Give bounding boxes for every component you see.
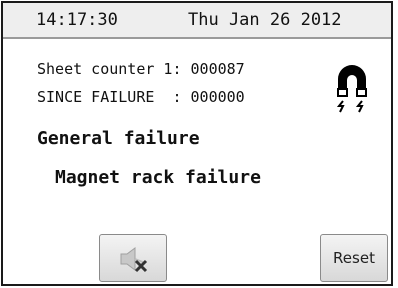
since-failure-counter: SINCE FAILURE : 000000 (37, 88, 245, 106)
status-header: 14:17:30 Thu Jan 26 2012 (3, 3, 391, 39)
clock-time: 14:17:30 (36, 10, 118, 30)
reset-button[interactable]: Reset (320, 234, 388, 282)
clock-date: Thu Jan 26 2012 (188, 10, 342, 30)
hmi-screen: 14:17:30 Thu Jan 26 2012 Sheet counter 1… (1, 1, 393, 286)
failure-title: General failure (37, 128, 200, 149)
sheet-counter: Sheet counter 1: 000087 (37, 60, 245, 78)
mute-alarm-button[interactable] (99, 234, 167, 282)
magnet-icon (336, 65, 367, 113)
failure-detail: Magnet rack failure (55, 167, 261, 188)
speaker-muted-icon (120, 247, 148, 273)
